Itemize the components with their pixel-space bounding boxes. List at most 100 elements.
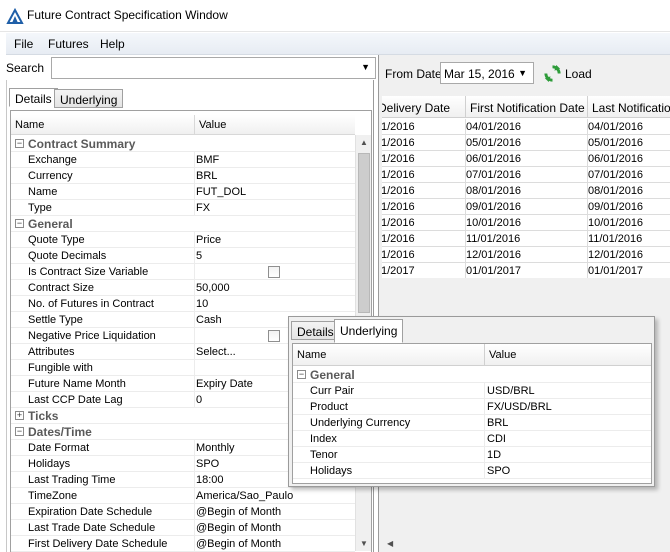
collapse-icon[interactable]: −	[15, 219, 24, 228]
header-name[interactable]: Name	[15, 119, 44, 131]
expand-icon[interactable]: +	[15, 411, 24, 420]
category-row[interactable]: − General	[11, 216, 355, 232]
column-separator	[587, 199, 588, 215]
scroll-thumb[interactable]	[358, 153, 370, 313]
property-row[interactable]: TimeZone America/Sao_Paulo	[11, 488, 355, 504]
delivery-date-cell: 1/2016	[382, 121, 415, 133]
category-row[interactable]: − General	[293, 367, 651, 383]
tab-details[interactable]: Details	[9, 88, 58, 107]
collapse-icon[interactable]: −	[297, 370, 306, 379]
property-row[interactable]: First Delivery Date Schedule @Begin of Mo…	[11, 536, 355, 552]
chevron-down-icon[interactable]: ▼	[518, 68, 527, 78]
menu-bar: File Futures Help	[6, 33, 670, 55]
property-value: FX/USD/BRL	[487, 401, 552, 413]
property-value: Monthly	[196, 442, 235, 454]
property-name: Is Contract Size Variable	[28, 266, 149, 278]
table-row[interactable]: 1/2016 08/01/2016 08/01/2016	[382, 183, 670, 199]
column-separator	[194, 280, 195, 296]
table-row[interactable]: 1/2016 05/01/2016 05/01/2016	[382, 135, 670, 151]
column-separator	[587, 215, 588, 231]
header-delivery-date[interactable]: Delivery Date	[382, 101, 450, 115]
property-row[interactable]: Expiration Date Schedule @Begin of Month	[11, 504, 355, 520]
table-row[interactable]: 1/2016 06/01/2016 06/01/2016	[382, 151, 670, 167]
property-name: Currency	[28, 170, 73, 182]
column-separator	[194, 376, 195, 392]
first-notification-date-cell: 12/01/2016	[466, 249, 522, 261]
property-row[interactable]: Holidays SPO	[293, 463, 651, 479]
search-combobox[interactable]: ▼	[51, 57, 376, 79]
first-notification-date-cell: 07/01/2016	[466, 169, 522, 181]
menu-help[interactable]: Help	[100, 37, 125, 51]
table-row[interactable]: 1/2016 07/01/2016 07/01/2016	[382, 167, 670, 183]
property-value: Select...	[196, 346, 236, 358]
app-logo-icon	[6, 7, 24, 24]
property-name: Dates/Time	[28, 425, 92, 439]
column-separator	[194, 184, 195, 200]
property-row[interactable]: Underlying Currency BRL	[293, 415, 651, 431]
load-button[interactable]: Load	[565, 67, 592, 81]
property-row[interactable]: Name FUT_DOL	[11, 184, 355, 200]
table-row[interactable]: 1/2016 09/01/2016 09/01/2016	[382, 199, 670, 215]
checkbox[interactable]	[268, 266, 280, 278]
last-notification-cell: 08/01/2016	[588, 185, 644, 197]
header-value[interactable]: Value	[199, 119, 226, 131]
property-row[interactable]: Product FX/USD/BRL	[293, 399, 651, 415]
popup-tab-details[interactable]: Details	[291, 321, 340, 340]
checkbox[interactable]	[268, 330, 280, 342]
property-row[interactable]: Last Trade Date Schedule @Begin of Month	[11, 520, 355, 536]
scroll-left-icon[interactable]: ◀	[387, 539, 393, 548]
table-row[interactable]: 1/2016 04/01/2016 04/01/2016	[382, 119, 670, 135]
property-row[interactable]: Tenor 1D	[293, 447, 651, 463]
property-value: Price	[196, 234, 222, 246]
horizontal-scrollbar[interactable]: ◀	[382, 536, 670, 552]
column-separator	[587, 119, 588, 135]
property-row[interactable]: Is Contract Size Variable	[11, 264, 355, 280]
first-notification-date-cell: 06/01/2016	[466, 153, 522, 165]
collapse-icon[interactable]: −	[15, 139, 24, 148]
property-row[interactable]: Quote Decimals 5	[11, 248, 355, 264]
property-row[interactable]: Index CDI	[293, 431, 651, 447]
underlying-grid: Name Value − General Curr Pair USD/BRL Produ…	[292, 343, 652, 484]
last-notification-cell: 06/01/2016	[588, 153, 644, 165]
table-row[interactable]: 1/2016 10/01/2016 10/01/2016	[382, 215, 670, 231]
property-name: Last Trading Time	[28, 474, 116, 486]
column-separator	[465, 263, 466, 278]
menu-file[interactable]: File	[14, 37, 33, 51]
property-row[interactable]: Currency BRL	[11, 168, 355, 184]
column-separator	[465, 151, 466, 167]
table-row[interactable]: 1/2017 01/01/2017 01/01/2017	[382, 263, 670, 278]
property-name: Exchange	[28, 154, 77, 166]
property-row[interactable]: Quote Type Price	[11, 232, 355, 248]
property-value: SPO	[487, 465, 511, 477]
column-separator	[484, 463, 485, 479]
popup-tab-underlying[interactable]: Underlying	[334, 319, 404, 343]
property-row[interactable]: Exchange BMF	[11, 152, 355, 168]
header-first-notification-date[interactable]: First Notification Date	[470, 101, 585, 115]
property-row[interactable]: Type FX	[11, 200, 355, 216]
menu-futures[interactable]: Futures	[48, 37, 89, 51]
property-name: First Delivery Date Schedule	[28, 538, 168, 550]
title-bar: Future Contract Specification Window	[0, 0, 670, 32]
column-separator	[465, 119, 466, 135]
property-row[interactable]: Curr Pair USD/BRL	[293, 383, 651, 399]
table-row[interactable]: 1/2016 11/01/2016 11/01/2016	[382, 231, 670, 247]
column-separator	[587, 263, 588, 278]
property-value: BRL	[196, 170, 218, 182]
scroll-up-icon[interactable]: ▲	[360, 138, 368, 147]
table-row[interactable]: 1/2016 12/01/2016 12/01/2016	[382, 247, 670, 263]
collapse-icon[interactable]: −	[15, 427, 24, 436]
popup-header-name[interactable]: Name	[297, 349, 326, 361]
header-last-notification[interactable]: Last Notification	[592, 101, 670, 115]
delivery-date-cell: 1/2016	[382, 249, 415, 261]
column-separator	[465, 215, 466, 231]
property-row[interactable]: Contract Size 50,000	[11, 280, 355, 296]
property-row[interactable]: No. of Futures in Contract 10	[11, 296, 355, 312]
popup-header-value[interactable]: Value	[489, 349, 516, 361]
from-date-picker[interactable]: Mar 15, 2016 ▼	[440, 62, 534, 84]
refresh-icon[interactable]	[543, 64, 562, 83]
tab-underlying[interactable]: Underlying	[54, 89, 124, 108]
column-separator	[465, 247, 466, 263]
category-row[interactable]: − Contract Summary	[11, 136, 355, 152]
scroll-down-icon[interactable]: ▼	[360, 539, 368, 548]
chevron-down-icon[interactable]: ▼	[361, 62, 370, 72]
